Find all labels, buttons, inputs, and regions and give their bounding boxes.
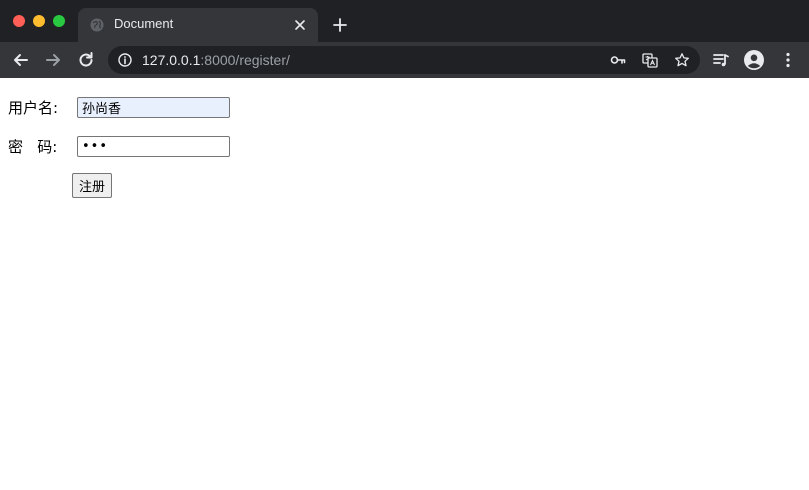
new-tab-icon[interactable] (331, 16, 349, 34)
key-icon[interactable] (610, 52, 626, 68)
tab-title: Document (114, 16, 174, 31)
url-path: :8000/register/ (200, 52, 290, 68)
menu-icon[interactable] (778, 50, 798, 70)
globe-icon (90, 18, 104, 32)
reload-icon[interactable] (76, 50, 96, 70)
password-field[interactable] (77, 136, 230, 157)
translate-icon[interactable] (642, 52, 658, 68)
window-minimize-button[interactable] (33, 15, 45, 27)
playlist-icon[interactable] (711, 50, 731, 70)
page-content: 用户名: 密 码: 注册 (0, 78, 809, 490)
tab-strip: Document (0, 0, 809, 42)
profile-icon[interactable] (744, 50, 764, 70)
username-label: 用户名: (8, 99, 59, 117)
back-icon[interactable] (11, 50, 31, 70)
password-label: 密 码: (8, 138, 58, 156)
browser-tab[interactable]: Document (78, 8, 318, 42)
star-icon[interactable] (674, 52, 690, 68)
url-text: 127.0.0.1:8000/register/ (142, 52, 290, 68)
username-field[interactable] (77, 97, 230, 118)
tab-close-icon[interactable] (292, 17, 308, 33)
browser-toolbar: 127.0.0.1:8000/register/ (0, 42, 809, 78)
url-host: 127.0.0.1 (142, 52, 201, 68)
browser-window: Document 127.0.0.1:8000/register/ 用户名: 孙… (0, 0, 809, 490)
window-maximize-button[interactable] (53, 15, 65, 27)
info-icon[interactable] (118, 53, 132, 67)
register-button[interactable]: 注册 (72, 173, 113, 198)
window-close-button[interactable] (13, 15, 25, 27)
address-bar[interactable]: 127.0.0.1:8000/register/ (108, 46, 700, 74)
forward-icon[interactable] (43, 50, 63, 70)
